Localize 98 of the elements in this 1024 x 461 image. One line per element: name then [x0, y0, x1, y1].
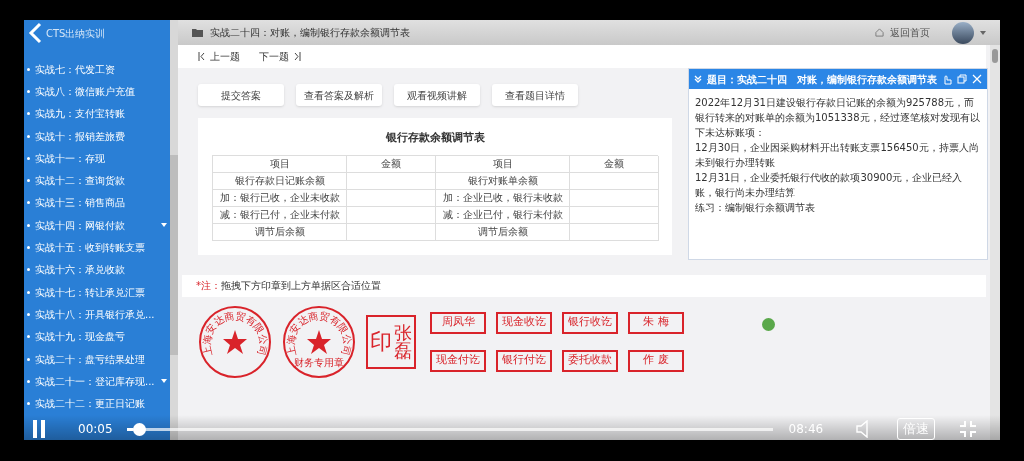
sidebar-item[interactable]: 实战十九：现金盘亏 — [35, 329, 167, 345]
back-icon[interactable] — [28, 22, 42, 44]
sidebar-item[interactable]: 实战八：微信账户充值 — [35, 83, 167, 99]
pause-icon[interactable] — [32, 420, 46, 438]
bullet-icon — [27, 290, 30, 294]
question-text: 12月30日，企业因采购材料开出转账支票156450元，持票人尚未到银行办理转账 — [695, 141, 980, 170]
collapse-icon[interactable] — [694, 75, 702, 83]
exit-fullscreen-icon[interactable] — [959, 420, 978, 438]
column-header: 金额 — [347, 155, 436, 173]
panel-title: 题目：实战二十四 对账，编制银行存款余额调节表 — [707, 72, 937, 87]
sidebar-item[interactable]: 实战七：代发工资 — [35, 61, 167, 77]
scrollbar-thumb[interactable] — [992, 49, 998, 63]
action-button[interactable]: 查看答案及解析 — [296, 84, 382, 106]
bullet-icon — [27, 223, 30, 227]
table-cell: 加：企业已收，银行未收款 — [436, 189, 570, 207]
table-cell: 加：银行已收，企业未收款 — [213, 189, 347, 207]
bullet-icon — [27, 89, 30, 93]
question-text: 练习：编制银行余额调节表 — [695, 201, 816, 215]
amount-cell[interactable] — [570, 189, 659, 207]
column-header: 项目 — [213, 155, 347, 173]
amount-cell[interactable] — [347, 206, 436, 224]
bullet-icon — [27, 112, 30, 116]
table-cell: 减：银行已付，企业未付款 — [213, 206, 347, 224]
bullet-icon — [27, 335, 30, 339]
table-cell: 调节后余额 — [436, 223, 570, 241]
amount-cell[interactable] — [570, 223, 659, 241]
text-stamp[interactable]: 作 废 — [628, 349, 684, 372]
bullet-icon — [27, 379, 30, 383]
amount-cell[interactable] — [347, 223, 436, 241]
last-page-icon[interactable] — [294, 52, 301, 61]
note-text: *注：拖拽下方印章到上方单据区合适位置 — [196, 279, 381, 293]
home-link[interactable]: 返回首页 — [890, 25, 930, 40]
sidebar-item[interactable]: 实战十三：销售商品 — [35, 195, 167, 211]
text-stamp[interactable]: 银行收讫 — [562, 311, 618, 334]
table-cell: 银行存款日记账余额 — [213, 172, 347, 190]
table-cell: 减：企业已付，银行未付款 — [436, 206, 570, 224]
action-button[interactable]: 观看视频讲解 — [394, 84, 480, 106]
bullet-icon — [27, 268, 30, 272]
bullet-icon — [27, 357, 30, 361]
sidebar-item[interactable]: 实战十六：承兑收款 — [35, 262, 167, 278]
progress-track[interactable] — [126, 422, 773, 436]
folder-icon — [192, 27, 204, 38]
bullet-icon — [27, 134, 30, 138]
sidebar-item[interactable]: 实战十八：开具银行承兑... — [35, 306, 167, 322]
sidebar-item[interactable]: 实战十：报销差旅费 — [35, 128, 167, 144]
amount-cell[interactable] — [347, 172, 436, 190]
bullet-icon — [27, 67, 30, 71]
table-cell: 银行对账单余额 — [436, 172, 570, 190]
bullet-icon — [27, 246, 30, 249]
sidebar-item[interactable]: 实战十二：查询货款 — [35, 173, 167, 189]
column-header: 金额 — [570, 155, 659, 173]
sidebar-item[interactable]: 实战十四：网银付款 — [35, 217, 161, 233]
sidebar-item[interactable]: 实战二十二：更正日记账 — [35, 396, 167, 412]
caret-icon[interactable] — [161, 223, 167, 228]
duration-time: 08:46 — [788, 421, 824, 438]
sidebar-item[interactable]: 实战十五：收到转账支票 — [35, 240, 167, 255]
action-button[interactable]: 查看题目详情 — [492, 84, 578, 106]
text-stamp[interactable]: 委托收款 — [562, 349, 618, 372]
caret-icon[interactable] — [161, 379, 167, 384]
close-icon[interactable] — [972, 74, 982, 84]
text-stamp[interactable]: 周凤华 — [430, 311, 486, 334]
bullet-icon — [27, 312, 30, 316]
text-stamp[interactable]: 朱 梅 — [628, 311, 684, 334]
sidebar-item[interactable]: 实战二十：盘亏结果处理 — [35, 351, 167, 367]
hand-icon[interactable] — [942, 73, 952, 85]
sidebar-item[interactable]: 实战九：支付宝转账 — [35, 106, 167, 122]
round-seal[interactable]: 上海安达商贸有限公司 财务专用章 — [282, 304, 356, 379]
amount-cell[interactable] — [570, 206, 659, 224]
caret-icon[interactable] — [980, 30, 986, 35]
next-link[interactable]: 下一题 — [259, 49, 289, 64]
app-title: CTS出纳实训 — [46, 26, 106, 41]
maximize-icon[interactable] — [957, 74, 967, 84]
sidebar-item[interactable]: 实战十七：转让承兑汇票 — [35, 284, 167, 300]
previous-link[interactable]: 上一题 — [210, 49, 240, 64]
text-stamp[interactable]: 银行付讫 — [496, 349, 552, 372]
amount-cell[interactable] — [570, 172, 659, 190]
question-text: 2022年12月31日建设银行存款日记账的余额为925788元，而银行转来的对账单的余额为1051338元，经过逐笔核对发现有以下未达标账项： — [695, 96, 981, 140]
column-header: 项目 — [436, 155, 570, 173]
amount-cell[interactable] — [347, 189, 436, 207]
avatar[interactable] — [952, 21, 974, 44]
table-title: 银行存款余额调节表 — [385, 130, 485, 146]
first-page-icon[interactable] — [198, 52, 205, 61]
page-title: 实战二十四：对账，编制银行存款余额调节表 — [210, 26, 411, 40]
text-stamp[interactable]: 现金收讫 — [496, 311, 552, 334]
scrollbar-thumb[interactable] — [170, 155, 178, 355]
bullet-icon — [27, 179, 30, 183]
table-cell: 调节后余额 — [213, 223, 347, 241]
bullet-icon — [27, 201, 30, 205]
question-text: 12月31日，企业委托银行代收的款项30900元，企业已经入账，银行尚未办理结算 — [695, 171, 964, 200]
bullet-icon — [27, 156, 30, 160]
text-stamp[interactable]: 现金付讫 — [430, 349, 486, 372]
action-button[interactable]: 提交答案 — [198, 84, 284, 106]
round-seal[interactable]: 上海安达商贸有限公司 — [198, 304, 272, 379]
bullet-icon — [27, 402, 30, 406]
sidebar-item[interactable]: 实战十一：存现 — [35, 150, 167, 166]
sidebar-item[interactable]: 实战二十一：登记库存现... — [35, 373, 161, 389]
home-icon[interactable] — [875, 28, 884, 37]
elapsed-time: 00:05 — [78, 421, 113, 438]
